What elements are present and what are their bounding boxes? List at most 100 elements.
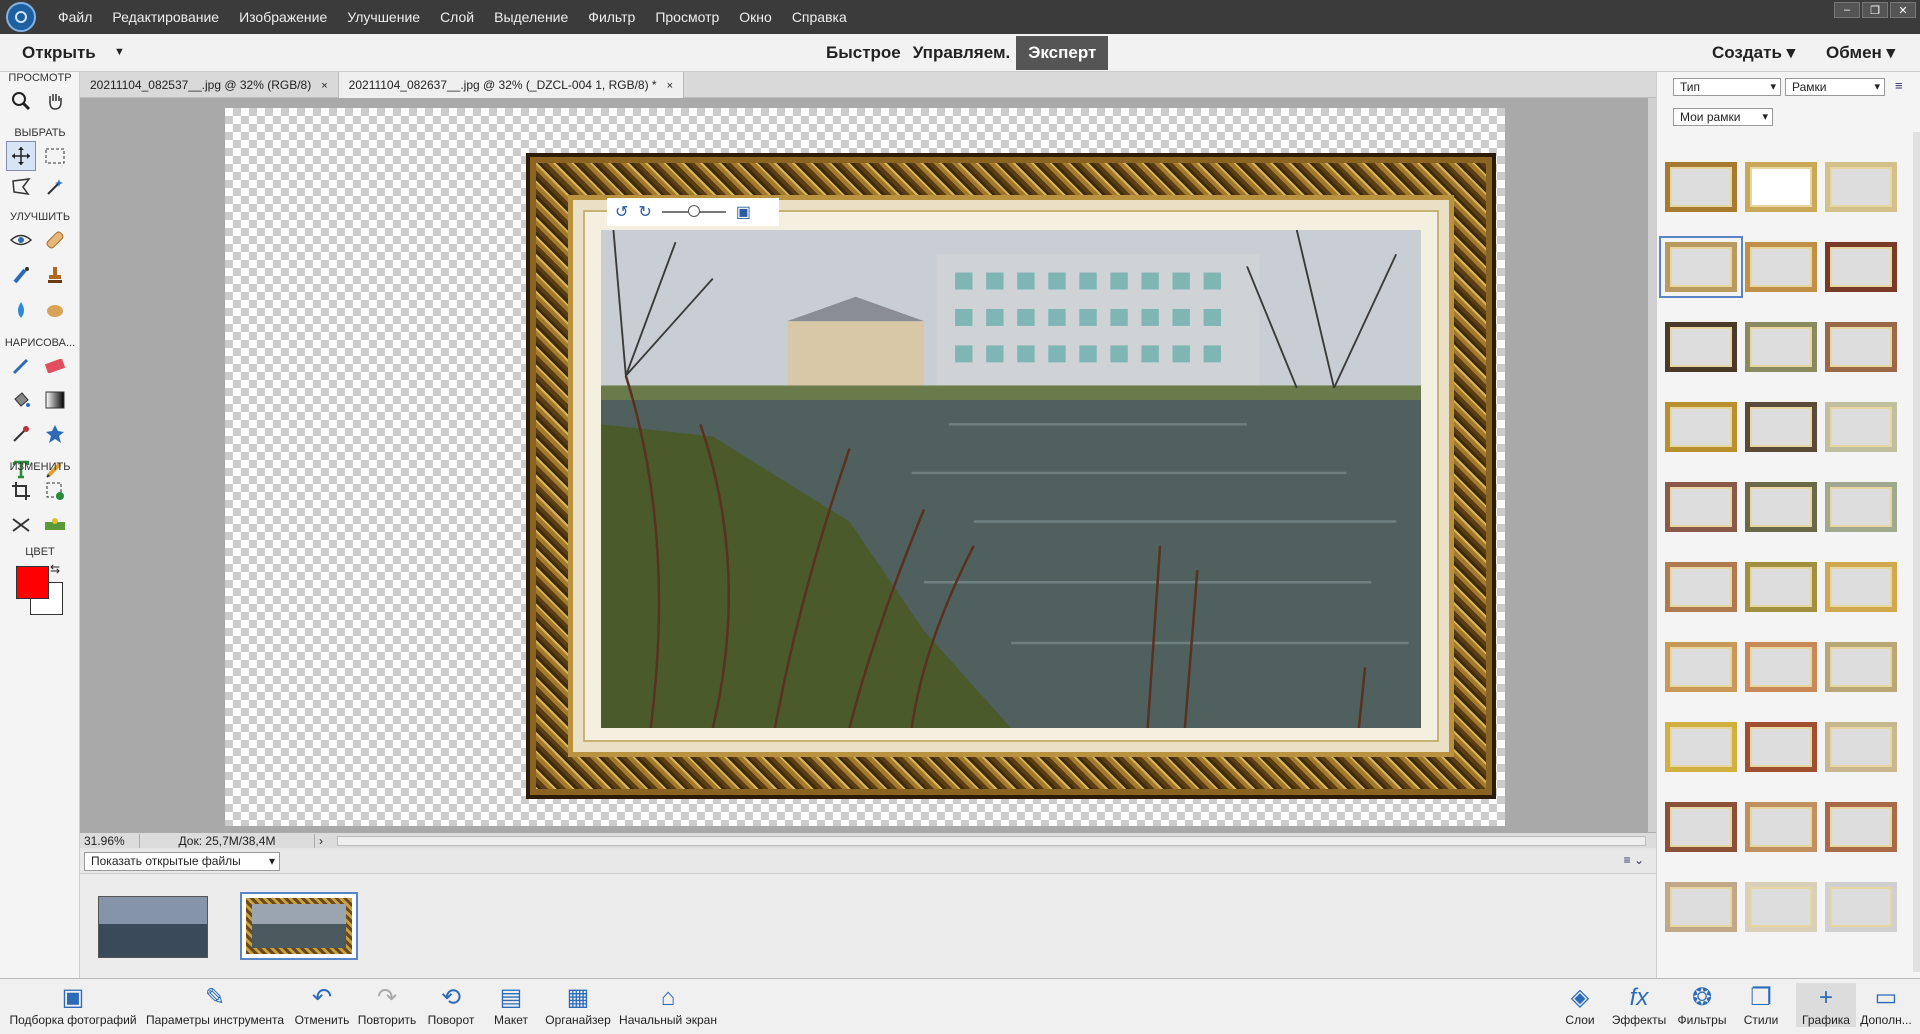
zoom-tool-icon[interactable] <box>6 86 36 116</box>
swap-colors-icon[interactable]: ⇆ <box>50 562 60 576</box>
paint-bucket-icon[interactable] <box>6 385 36 415</box>
sponge-tool-icon[interactable] <box>40 295 70 325</box>
custom-shape-icon[interactable] <box>40 419 70 449</box>
chevron-down-icon[interactable]: ▼ <box>114 46 125 58</box>
photo-bin-source-select[interactable]: Показать открытые файлы <box>84 852 280 871</box>
photo-in-frame[interactable] <box>601 230 1421 728</box>
frame-thumbnail[interactable] <box>1659 236 1743 298</box>
marquee-tool-icon[interactable] <box>40 141 70 171</box>
menu-filter[interactable]: Фильтр <box>578 0 645 34</box>
canvas-area[interactable]: ↺ ↻ ▣ <box>80 98 1656 832</box>
frame-thumbnail[interactable] <box>1745 322 1817 372</box>
frame-thumbnail[interactable] <box>1745 402 1817 452</box>
content-aware-move-icon[interactable] <box>6 510 36 540</box>
mode-quick[interactable]: Быстрое <box>820 36 907 70</box>
menu-view[interactable]: Просмотр <box>645 0 729 34</box>
photo-thumbnail-2[interactable] <box>240 892 358 960</box>
frame-thumbnail[interactable] <box>1825 162 1897 212</box>
crop-tool-icon[interactable] <box>6 476 36 506</box>
move-tool-icon[interactable] <box>6 141 36 171</box>
recompose-tool-icon[interactable] <box>40 476 70 506</box>
styles-button[interactable]: ❐ Стили <box>1736 983 1786 1027</box>
clone-stamp-icon[interactable] <box>40 260 70 290</box>
replace-photo-icon[interactable]: ▣ <box>736 202 751 222</box>
menu-edit[interactable]: Редактирование <box>102 0 229 34</box>
layers-button[interactable]: ◈ Слои <box>1560 983 1600 1027</box>
frame-thumbnail[interactable] <box>1665 802 1737 852</box>
red-eye-icon[interactable] <box>6 225 36 255</box>
menu-select[interactable]: Выделение <box>484 0 578 34</box>
frame-thumbnail[interactable] <box>1745 882 1817 932</box>
frame-thumbnail[interactable] <box>1825 242 1897 292</box>
tab-document-1[interactable]: 20211104_082537__.jpg @ 32% (RGB/8) × <box>80 72 339 98</box>
frame-thumbnail[interactable] <box>1825 402 1897 452</box>
frame-thumbnail[interactable] <box>1665 722 1737 772</box>
frame-thumbnail[interactable] <box>1745 642 1817 692</box>
frame-thumbnail[interactable] <box>1745 722 1817 772</box>
slider-thumb[interactable] <box>687 205 700 217</box>
straighten-tool-icon[interactable] <box>40 510 70 540</box>
effects-button[interactable]: fx Эффекты <box>1608 983 1670 1027</box>
hand-tool-icon[interactable] <box>40 86 70 116</box>
smart-brush-icon[interactable] <box>6 260 36 290</box>
frame-thumbnail[interactable] <box>1825 322 1897 372</box>
panel-scrollbar[interactable] <box>1913 132 1920 972</box>
frame-thumbnail[interactable] <box>1825 802 1897 852</box>
home-screen-button[interactable]: ⌂ Начальный экран <box>616 983 720 1027</box>
menu-layer[interactable]: Слой <box>430 0 484 34</box>
menu-help[interactable]: Справка <box>782 0 857 34</box>
create-menu[interactable]: Создать ▾ <box>1712 43 1795 63</box>
photo-thumbnail-1[interactable] <box>98 896 208 958</box>
frame-thumbnail[interactable] <box>1745 802 1817 852</box>
foreground-color-swatch[interactable] <box>16 566 49 599</box>
frame-thumbnail[interactable] <box>1665 402 1737 452</box>
frame-thumbnail[interactable] <box>1745 562 1817 612</box>
layout-button[interactable]: ▤ Макет <box>488 983 534 1027</box>
open-button[interactable]: Открыть <box>22 43 96 63</box>
my-frames-select[interactable]: Мои рамки <box>1673 108 1773 126</box>
gradient-tool-icon[interactable] <box>40 385 70 415</box>
filters-button[interactable]: ❂ Фильтры <box>1672 983 1732 1027</box>
frame-thumbnail[interactable] <box>1665 562 1737 612</box>
frame-thumbnail[interactable] <box>1665 162 1737 212</box>
menu-file[interactable]: Файл <box>48 0 102 34</box>
menu-enhance[interactable]: Улучшение <box>337 0 430 34</box>
frame-thumbnail[interactable] <box>1665 642 1737 692</box>
brush-tool-icon[interactable] <box>6 351 36 381</box>
rotate-left-icon[interactable]: ↺ <box>615 202 628 222</box>
magic-wand-icon[interactable] <box>40 172 70 202</box>
category-select[interactable]: Рамки <box>1785 78 1885 96</box>
canvas-vertical-scrollbar[interactable] <box>1648 98 1656 832</box>
photo-bin-button[interactable]: ▣ Подборка фотографий <box>6 983 140 1027</box>
lasso-tool-icon[interactable] <box>6 172 36 202</box>
frame-thumbnail[interactable] <box>1825 722 1897 772</box>
undo-button[interactable]: ↶ Отменить <box>292 983 352 1027</box>
close-icon[interactable]: × <box>667 80 673 92</box>
tab-document-2[interactable]: 20211104_082637__.jpg @ 32% (_DZCL-004 1… <box>338 72 685 98</box>
share-menu[interactable]: Обмен ▾ <box>1826 43 1895 63</box>
type-select[interactable]: Тип <box>1673 78 1781 96</box>
frame-thumbnail[interactable] <box>1665 322 1737 372</box>
organizer-button[interactable]: ▦ Органайзер <box>542 983 614 1027</box>
mode-expert[interactable]: Эксперт <box>1016 36 1109 70</box>
status-menu-icon[interactable]: › <box>315 834 327 848</box>
frame-thumbnail[interactable] <box>1825 482 1897 532</box>
eraser-tool-icon[interactable] <box>40 351 70 381</box>
eyedropper-icon[interactable] <box>6 419 36 449</box>
bin-options-icon[interactable]: ≡ ⌄ <box>1624 853 1644 867</box>
canvas-horizontal-scrollbar[interactable] <box>337 835 1646 846</box>
menu-window[interactable]: Окно <box>729 0 782 34</box>
rotate-right-icon[interactable]: ↻ <box>638 202 651 222</box>
more-button[interactable]: ▭ Дополн... <box>1856 983 1916 1027</box>
frame-thumbnail[interactable] <box>1745 242 1817 292</box>
graphics-button[interactable]: + Графика <box>1796 983 1856 1027</box>
rotate-button[interactable]: ⟲ Поворот <box>424 983 478 1027</box>
close-icon[interactable]: × <box>321 80 327 92</box>
frame-thumbnail[interactable] <box>1745 162 1817 212</box>
ornate-frame[interactable] <box>526 153 1496 799</box>
frame-thumbnail[interactable] <box>1665 882 1737 932</box>
healing-brush-icon[interactable] <box>40 225 70 255</box>
blur-tool-icon[interactable] <box>6 295 36 325</box>
frame-thumbnail[interactable] <box>1745 482 1817 532</box>
frame-zoom-slider[interactable] <box>661 205 726 217</box>
